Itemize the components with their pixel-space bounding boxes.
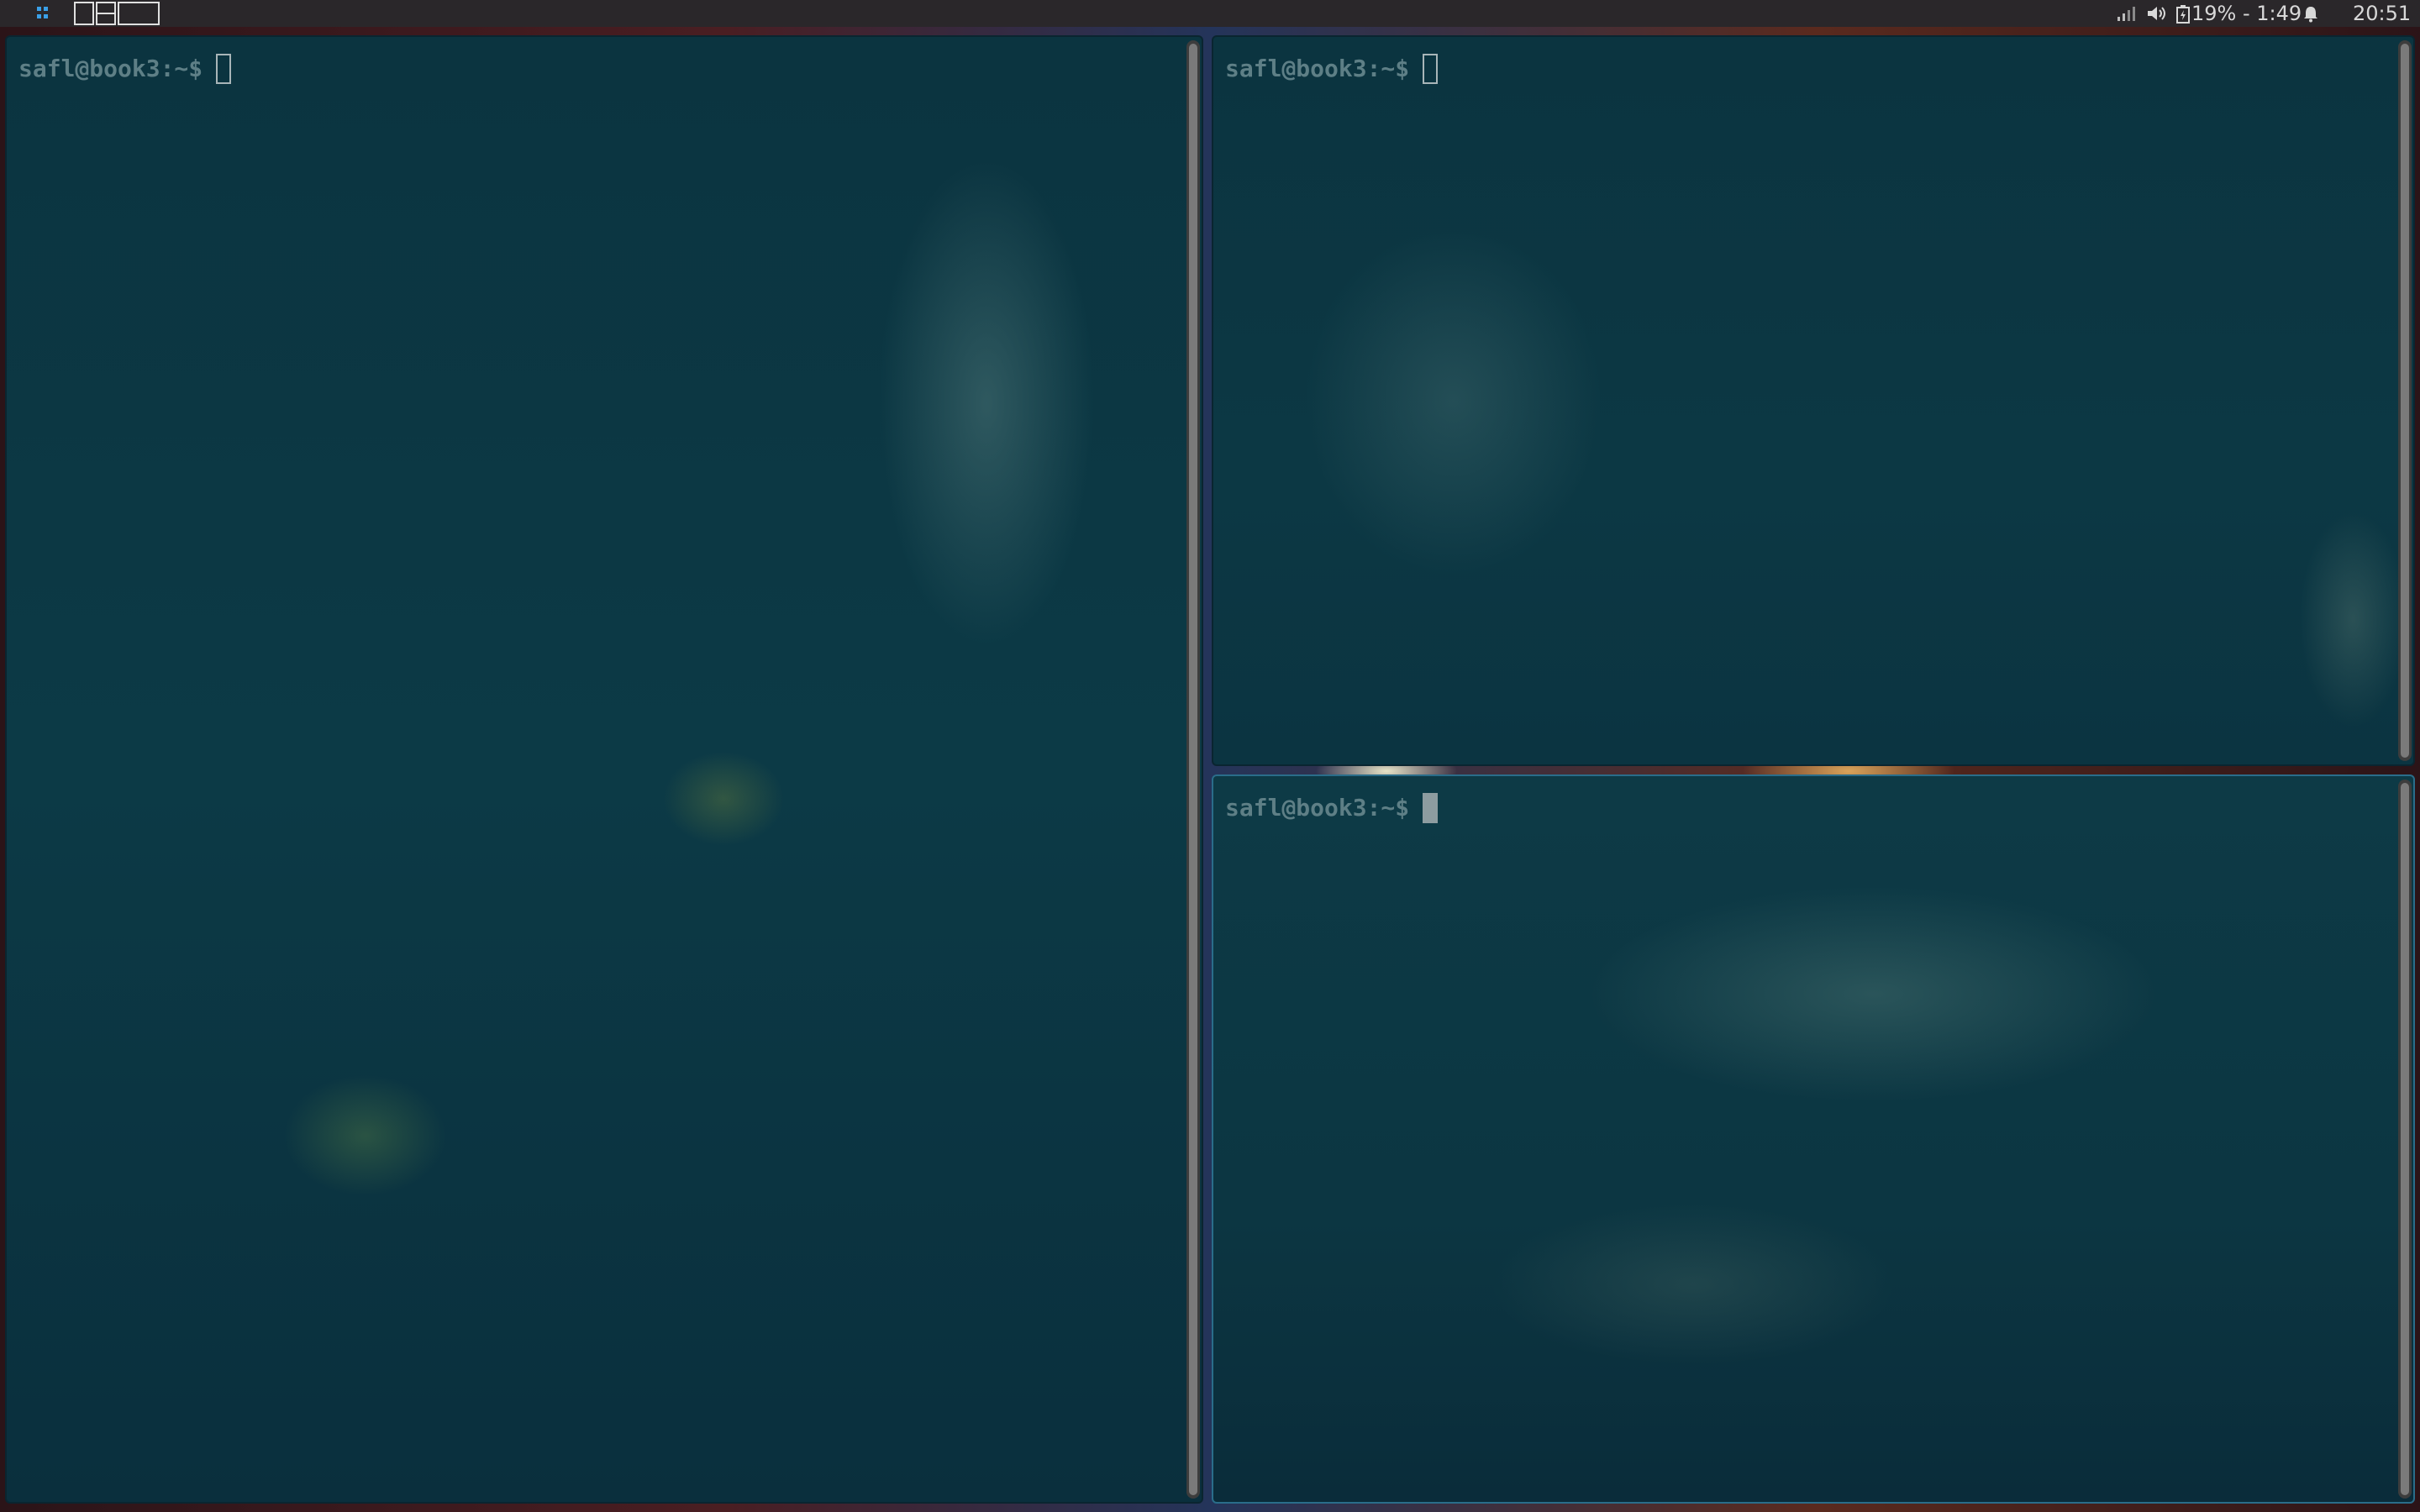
layout-monocle-icon[interactable] bbox=[118, 2, 160, 25]
apps-menu-icon[interactable] bbox=[32, 3, 55, 24]
terminal-left[interactable]: safl@book3:~$ bbox=[5, 35, 1203, 1504]
scrollbar-thumb[interactable] bbox=[2401, 44, 2409, 758]
terminal-bottom-right[interactable]: safl@book3:~$ bbox=[1212, 774, 2415, 1504]
terminal-cursor bbox=[216, 54, 232, 84]
terminal-prompt: safl@book3:~$ bbox=[18, 55, 203, 82]
bell-icon[interactable] bbox=[2302, 0, 2319, 27]
scrollbar-thumb[interactable] bbox=[2401, 783, 2409, 1495]
layout-switcher[interactable] bbox=[74, 2, 161, 25]
layout-tiled-icon[interactable] bbox=[74, 2, 94, 25]
terminal-scrollbar[interactable] bbox=[1186, 40, 1200, 1499]
volume-icon[interactable] bbox=[2146, 0, 2168, 27]
terminal-prompt-line: safl@book3:~$ bbox=[18, 54, 232, 84]
clock[interactable]: 20:51 bbox=[2353, 0, 2411, 27]
terminal-prompt: safl@book3:~$ bbox=[1225, 55, 1410, 82]
scrollbar-thumb[interactable] bbox=[1189, 44, 1197, 1495]
terminal-cursor bbox=[1423, 54, 1439, 84]
terminal-scrollbar[interactable] bbox=[2398, 780, 2412, 1499]
system-tray: 19% - 1:49 20:51 bbox=[2067, 0, 2420, 27]
wifi-signal-icon[interactable] bbox=[2116, 0, 2136, 27]
layout-stacked-icon[interactable] bbox=[96, 2, 116, 25]
battery-charging-icon[interactable] bbox=[2176, 0, 2190, 27]
battery-status-text[interactable]: 19% - 1:49 bbox=[2191, 0, 2302, 27]
top-panel: 19% - 1:49 20:51 bbox=[0, 0, 2420, 27]
terminal-cursor bbox=[1423, 793, 1439, 823]
terminal-prompt-line: safl@book3:~$ bbox=[1225, 793, 1439, 823]
terminal-top-right[interactable]: safl@book3:~$ bbox=[1212, 35, 2415, 766]
terminal-prompt: safl@book3:~$ bbox=[1225, 794, 1410, 822]
terminal-prompt-line: safl@book3:~$ bbox=[1225, 54, 1439, 84]
terminal-scrollbar[interactable] bbox=[2398, 40, 2412, 761]
